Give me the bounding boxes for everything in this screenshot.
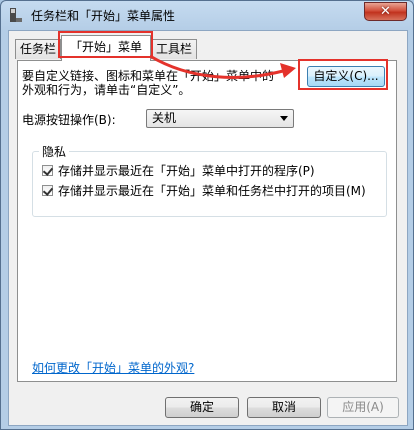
title-bar[interactable]: 任务栏和「开始」菜单属性 ✕ (1, 1, 413, 29)
tab-toolbars[interactable]: 工具栏 (151, 39, 197, 59)
close-button[interactable]: ✕ (364, 2, 407, 21)
power-action-value: 关机 (152, 111, 177, 125)
store-recent-programs-checkbox[interactable]: 存储并显示最近在「开始」菜单中打开的程序(P) (42, 162, 315, 179)
checkbox-checked-icon (42, 185, 53, 196)
store-recent-programs-label: 存储并显示最近在「开始」菜单中打开的程序(P) (58, 164, 315, 178)
tab-taskbar[interactable]: 任务栏 (15, 39, 61, 59)
store-recent-items-label: 存储并显示最近在「开始」菜单和任务栏中打开的项目(M) (58, 184, 366, 198)
description-line-2: 外观和行为，请单击“自定义”。 (22, 83, 191, 97)
window-title: 任务栏和「开始」菜单属性 (31, 9, 176, 23)
power-action-select[interactable]: 关机 (146, 109, 294, 128)
checkbox-checked-icon (42, 165, 53, 176)
help-appearance-link[interactable]: 如何更改「开始」菜单的外观? (32, 359, 194, 376)
store-recent-items-checkbox[interactable]: 存储并显示最近在「开始」菜单和任务栏中打开的项目(M) (42, 182, 366, 199)
customize-highlight-box (298, 59, 388, 90)
ok-button[interactable]: 确定 (165, 397, 239, 418)
close-icon: ✕ (380, 4, 391, 19)
privacy-group-title: 隐私 (39, 143, 70, 160)
power-button-label: 电源按钮操作(B): (22, 113, 116, 127)
chevron-down-icon (280, 116, 288, 121)
description-line-1: 要自定义链接、图标和菜单在「开始」菜单中的 (22, 69, 275, 83)
taskbar-properties-icon (10, 8, 22, 22)
apply-button[interactable]: 应用(A) (327, 397, 399, 418)
tab-highlight-box (58, 31, 153, 58)
customize-description: 要自定义链接、图标和菜单在「开始」菜单中的 外观和行为，请单击“自定义”。 (22, 69, 274, 97)
cancel-button[interactable]: 取消 (247, 397, 321, 418)
